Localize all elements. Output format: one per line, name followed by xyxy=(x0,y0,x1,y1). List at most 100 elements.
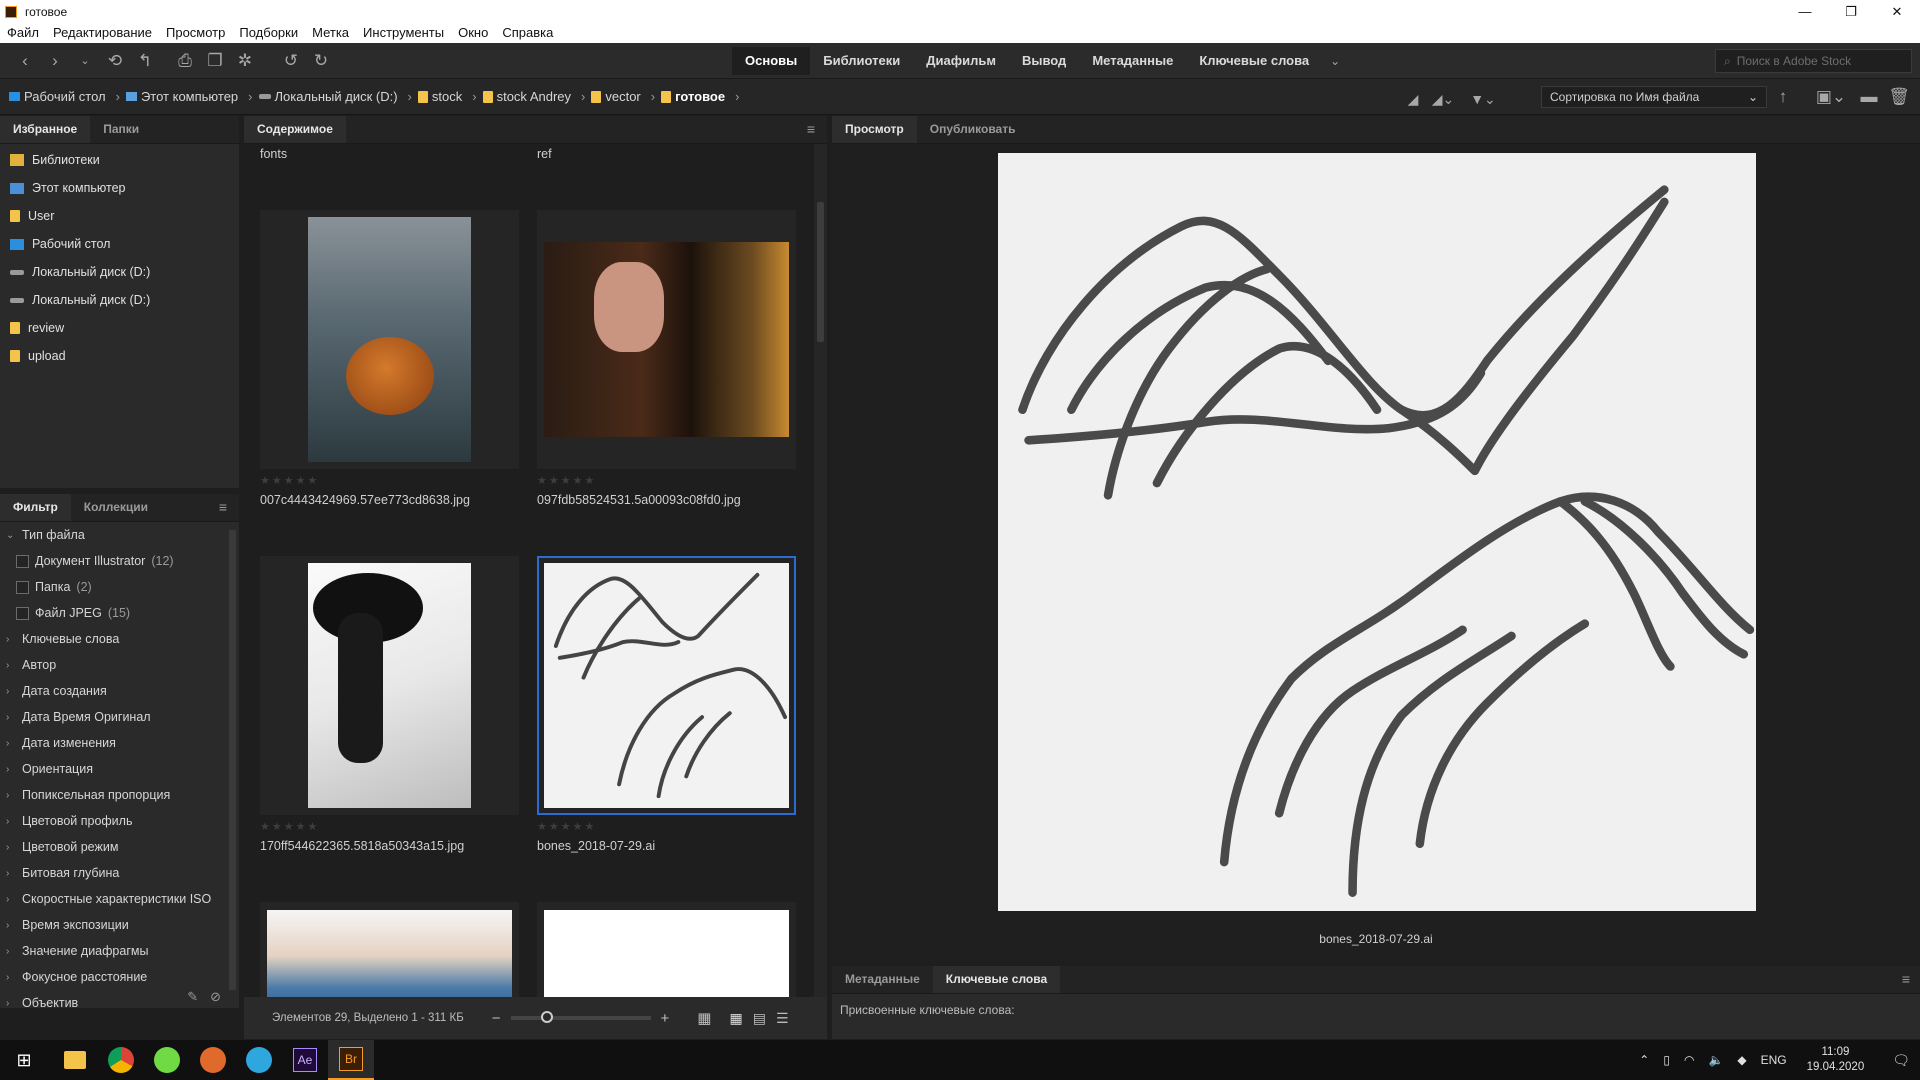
filter-group[interactable]: › Автор xyxy=(0,652,228,678)
start-button[interactable]: ⊞ xyxy=(0,1040,48,1080)
filter-group[interactable]: › Битовая глубина xyxy=(0,860,228,886)
chevron-down-icon[interactable]: ⌄ xyxy=(72,48,98,74)
tab-folders[interactable]: Папки xyxy=(90,116,152,143)
filter-group[interactable]: › Цветовой режим xyxy=(0,834,228,860)
search-input[interactable]: ⌕ Поиск в Adobe Stock xyxy=(1715,49,1912,73)
breadcrumb-current[interactable]: готовое xyxy=(661,89,725,104)
close-button[interactable]: ✕ xyxy=(1874,0,1920,23)
thumbnail-pumpkin[interactable] xyxy=(260,210,519,469)
favorite-desktop[interactable]: Рабочий стол xyxy=(0,230,239,258)
menu-label[interactable]: Метка xyxy=(305,23,356,43)
filter-group[interactable]: › Дата Время Оригинал xyxy=(0,704,228,730)
tab-metadata[interactable]: Метаданные xyxy=(832,966,933,993)
tab-filter[interactable]: Фильтр xyxy=(0,494,71,521)
workspace-filmstrip[interactable]: Диафильм xyxy=(913,47,1009,75)
taskbar-after-effects[interactable]: Ae xyxy=(282,1040,328,1080)
network-icon[interactable]: ◠ xyxy=(1684,1053,1694,1067)
breadcrumb-stock[interactable]: stock xyxy=(417,89,462,104)
dropbox-icon[interactable]: ◆ xyxy=(1737,1053,1746,1067)
menu-window[interactable]: Окно xyxy=(451,23,495,43)
taskbar-chrome[interactable] xyxy=(98,1040,144,1080)
filter-group[interactable]: › Ориентация xyxy=(0,756,228,782)
taskbar-upwork[interactable] xyxy=(144,1040,190,1080)
filter-group[interactable]: › Значение диафрагмы xyxy=(0,938,228,964)
menu-file[interactable]: Файл xyxy=(0,23,46,43)
menu-stacks[interactable]: Подборки xyxy=(232,23,305,43)
filter-item-folder[interactable]: Папка (2) xyxy=(0,574,228,600)
favorite-disk-d-2[interactable]: Локальный диск (D:) xyxy=(0,286,239,314)
breadcrumb-vector[interactable]: vector xyxy=(591,89,641,104)
clear-filter-icon[interactable]: ⊘ xyxy=(210,989,221,1005)
tab-keywords[interactable]: Ключевые слова xyxy=(932,966,1061,993)
workspace-keywords[interactable]: Ключевые слова xyxy=(1186,47,1322,75)
taskbar-app[interactable] xyxy=(190,1040,236,1080)
favorite-user[interactable]: User xyxy=(0,202,239,230)
camera-icon[interactable]: ⎙ xyxy=(172,48,198,74)
content-scrollbar[interactable] xyxy=(814,144,827,997)
filter-item-illustrator[interactable]: Документ Illustrator (12) xyxy=(0,548,228,574)
recent-icon[interactable]: ⟲ xyxy=(102,48,128,74)
view-thumbnails-icon[interactable]: ▦ xyxy=(729,1010,742,1027)
maximize-button[interactable]: ❐ xyxy=(1828,0,1874,23)
return-icon[interactable]: ↰ xyxy=(132,48,158,74)
preview-image[interactable] xyxy=(998,153,1756,911)
filter-group[interactable]: › Скоростные характеристики ISO xyxy=(0,886,228,912)
workspace-more-icon[interactable]: ⌄ xyxy=(1322,48,1348,74)
checkbox[interactable] xyxy=(16,580,29,594)
new-folder-options-icon[interactable]: ▣⌄ xyxy=(1816,84,1846,110)
thumbnail-man-partial[interactable] xyxy=(260,902,519,997)
language-indicator[interactable]: ENG xyxy=(1761,1053,1787,1067)
volume-icon[interactable]: 🔈 xyxy=(1708,1053,1723,1067)
rotate-right-icon[interactable]: ↻ xyxy=(308,48,334,74)
workspace-essentials[interactable]: Основы xyxy=(732,47,811,75)
filter-group[interactable]: › Время экспозиции xyxy=(0,912,228,938)
clock[interactable]: 11:09 19.04.2020 xyxy=(1807,1045,1865,1075)
favorite-libraries[interactable]: Библиотеки xyxy=(0,146,239,174)
tab-preview[interactable]: Просмотр xyxy=(832,116,917,143)
sort-select[interactable]: Сортировка по Имя файла ⌄ xyxy=(1541,86,1767,108)
checkbox[interactable] xyxy=(16,606,29,620)
filter-group[interactable]: › Цветовой профиль xyxy=(0,808,228,834)
tab-collections[interactable]: Коллекции xyxy=(71,494,161,521)
refine-icon[interactable]: ❐ xyxy=(202,48,228,74)
filter-group[interactable]: › Попиксельная пропорция xyxy=(0,782,228,808)
tab-favorites[interactable]: Избранное xyxy=(0,116,91,143)
filter-group[interactable]: › Ключевые слова xyxy=(0,626,228,652)
panel-menu-icon[interactable]: ≡ xyxy=(1902,971,1910,987)
filter-group[interactable]: › Дата создания xyxy=(0,678,228,704)
notifications-icon[interactable]: 🗨 xyxy=(1892,1052,1910,1069)
rating-stars[interactable]: ★★★★★ xyxy=(260,474,319,487)
zoom-in-icon[interactable]: + xyxy=(661,1010,670,1027)
rating-filter-icon[interactable]: ◢⌄ xyxy=(1430,86,1456,112)
favorite-upload[interactable]: upload xyxy=(0,342,239,370)
quality-icon[interactable]: ◢ xyxy=(1400,86,1426,112)
tab-content[interactable]: Содержимое xyxy=(244,116,346,143)
filter-item-jpeg[interactable]: Файл JPEG (15) xyxy=(0,600,228,626)
favorite-computer[interactable]: Этот компьютер xyxy=(0,174,239,202)
grid-lock-icon[interactable]: ▦ xyxy=(697,1009,711,1027)
menu-view[interactable]: Просмотр xyxy=(159,23,232,43)
workspace-metadata[interactable]: Метаданные xyxy=(1079,47,1186,75)
checkbox[interactable] xyxy=(16,554,29,568)
favorite-disk-d-1[interactable]: Локальный диск (D:) xyxy=(0,258,239,286)
breadcrumb-stock-andrey[interactable]: stock Andrey xyxy=(482,89,571,104)
minimize-button[interactable]: — xyxy=(1782,0,1828,23)
forward-icon[interactable]: › xyxy=(42,48,68,74)
view-list-icon[interactable]: ☰ xyxy=(776,1010,789,1027)
rating-stars[interactable]: ★★★★★ xyxy=(537,820,596,833)
menu-edit[interactable]: Редактирование xyxy=(46,23,159,43)
filter-scrollbar[interactable] xyxy=(229,530,236,990)
tab-publish[interactable]: Опубликовать xyxy=(917,116,1029,143)
rating-stars[interactable]: ★★★★★ xyxy=(260,820,319,833)
workspace-libraries[interactable]: Библиотеки xyxy=(810,47,913,75)
view-details-icon[interactable]: ▤ xyxy=(753,1010,766,1027)
rotate-left-icon[interactable]: ↺ xyxy=(278,48,304,74)
pin-icon[interactable]: ✎ xyxy=(187,989,198,1005)
sort-direction-icon[interactable]: ↑ xyxy=(1770,84,1796,110)
new-folder-icon[interactable]: ▬ xyxy=(1856,84,1882,110)
taskbar-explorer[interactable] xyxy=(52,1040,98,1080)
usb-icon[interactable]: ▯ xyxy=(1663,1053,1670,1067)
workspace-output[interactable]: Вывод xyxy=(1009,47,1079,75)
thumbnail-bones[interactable] xyxy=(537,556,796,815)
thumbnail-size-slider[interactable] xyxy=(510,1011,651,1023)
